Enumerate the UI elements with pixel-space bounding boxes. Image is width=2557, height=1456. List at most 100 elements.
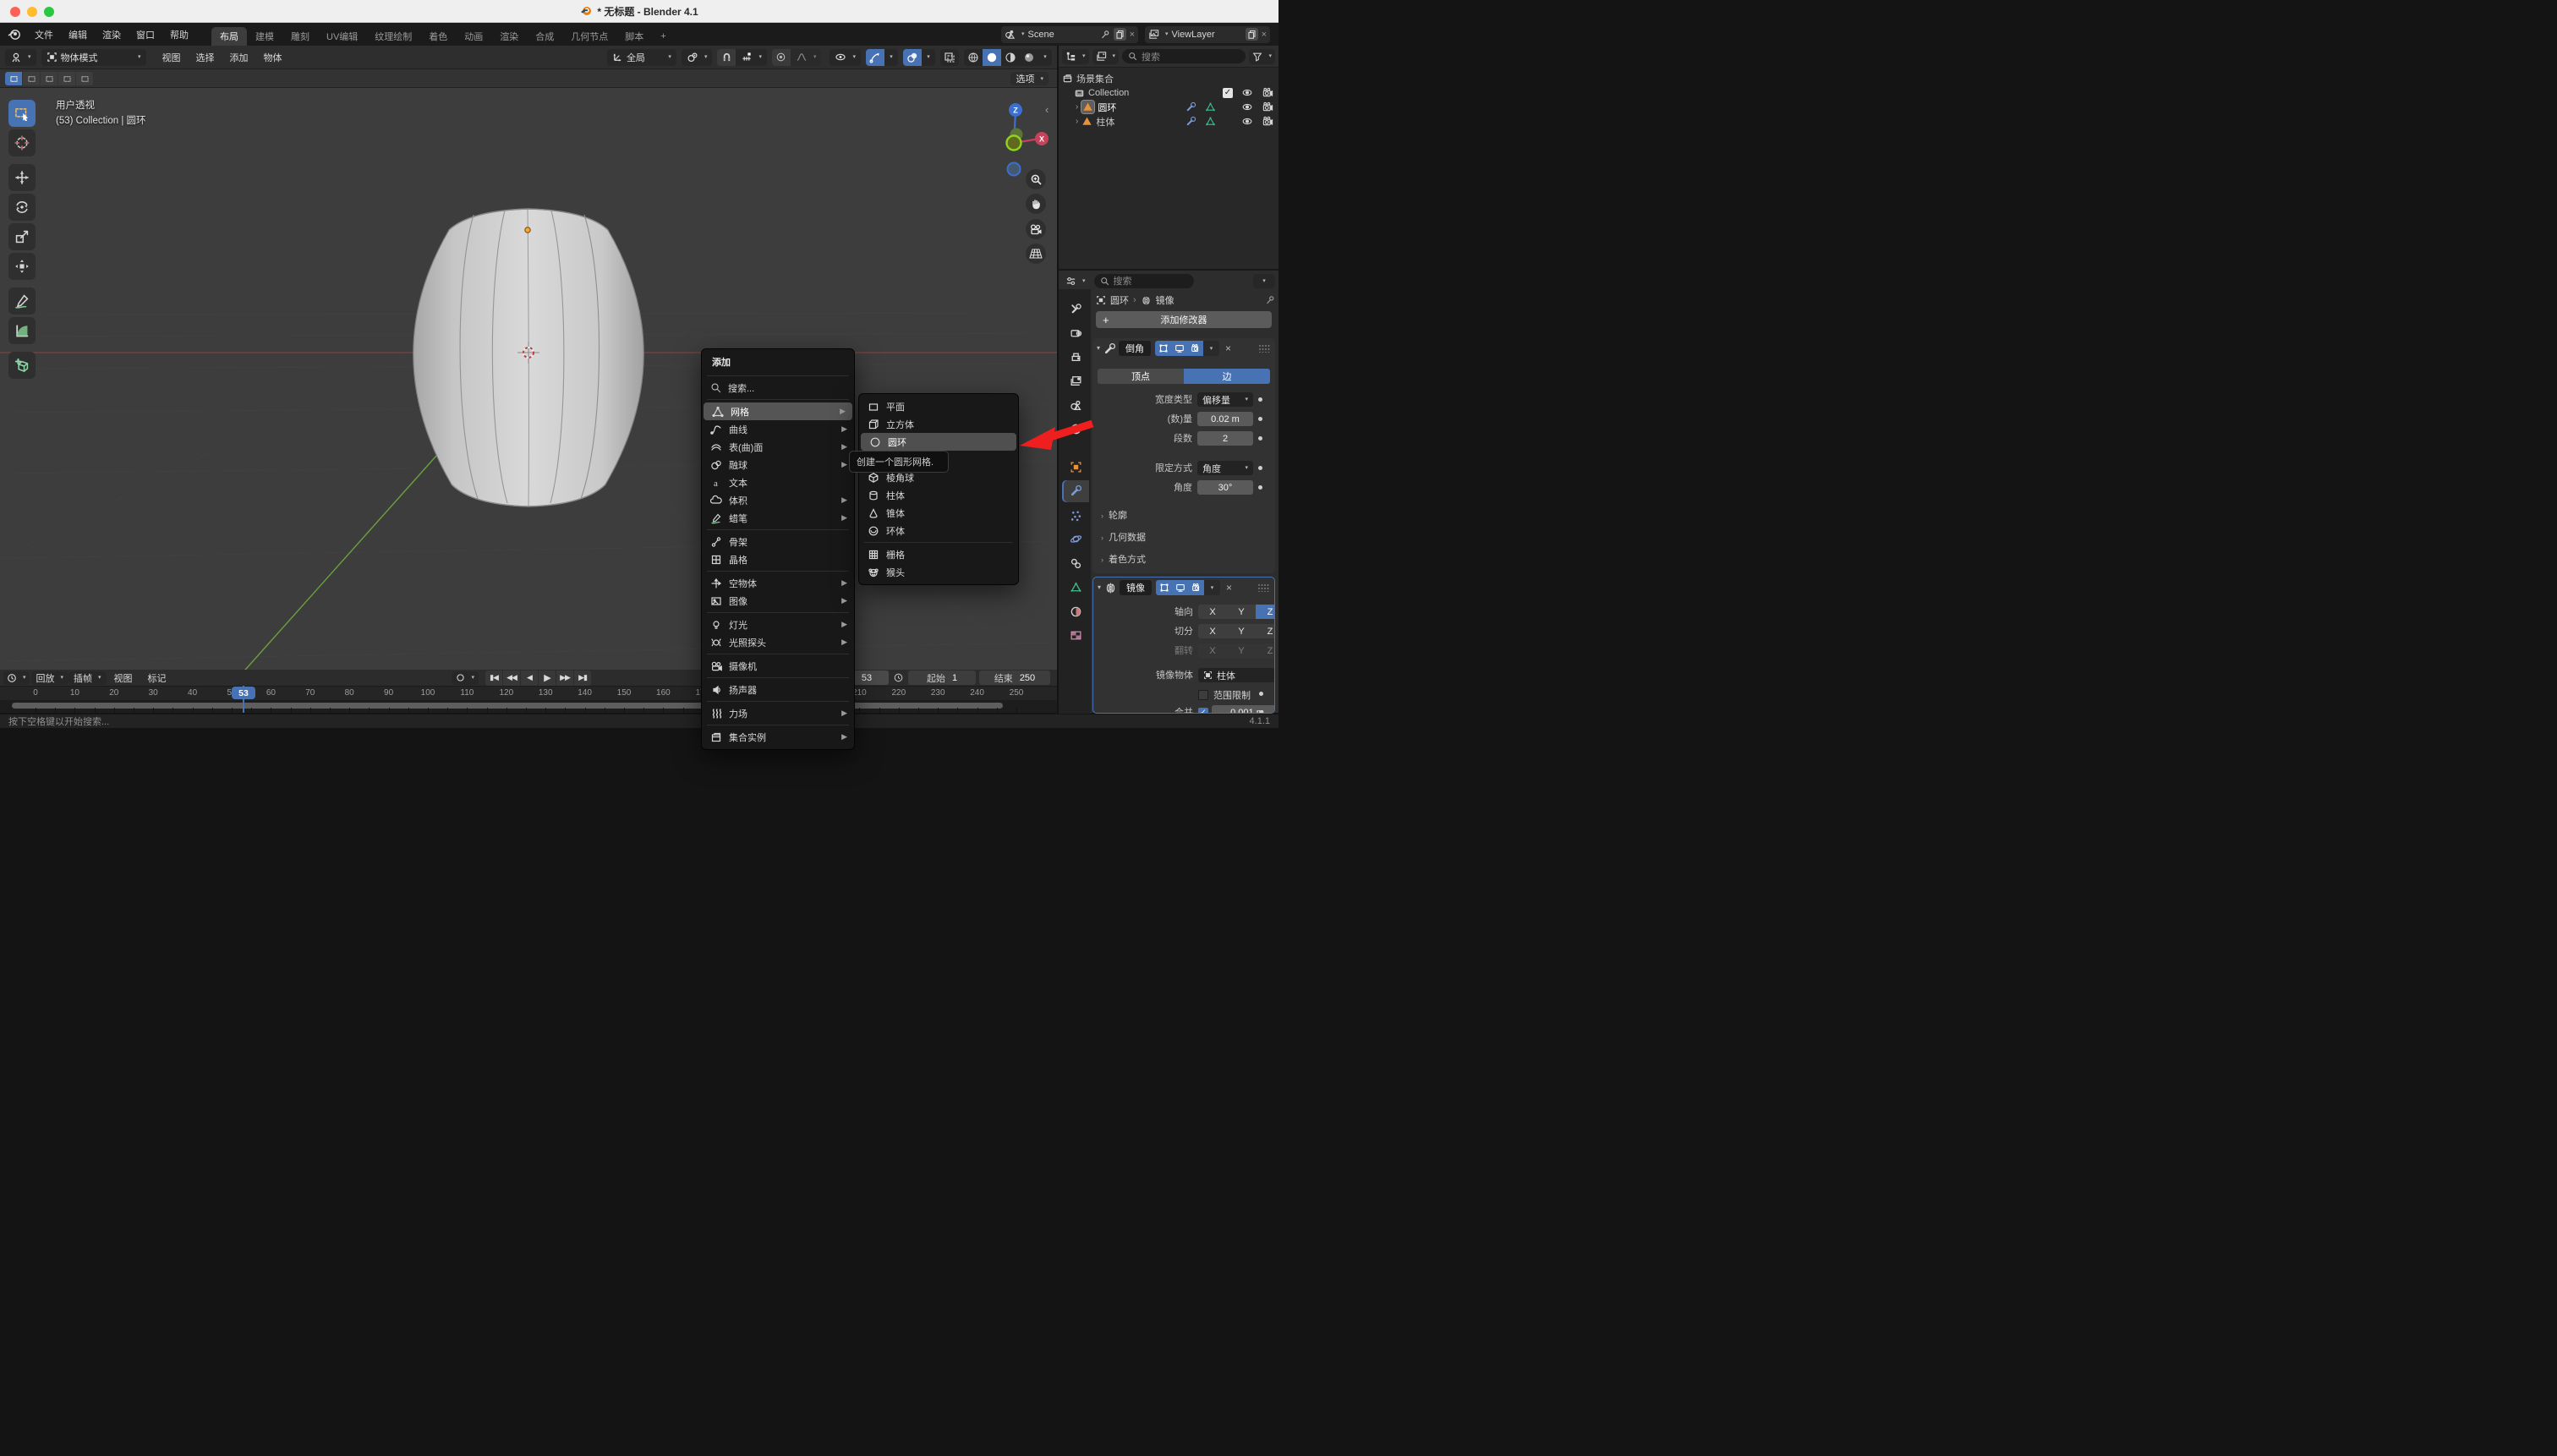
workspace-tab-纹理绘制[interactable]: 纹理绘制: [366, 27, 420, 46]
close-window-button[interactable]: [10, 7, 20, 17]
drag-grip-icon[interactable]: [1257, 583, 1269, 592]
show-gizmo-toggle[interactable]: [866, 49, 884, 66]
modifier-name-field[interactable]: 镜像: [1120, 580, 1152, 595]
timeline-menu-插帧[interactable]: 插帧▾: [68, 671, 107, 685]
viewport-menu-物体[interactable]: 物体: [256, 51, 290, 64]
realtime-display-toggle[interactable]: [1172, 580, 1188, 595]
tool-move-button[interactable]: [8, 164, 36, 191]
edit-mode-toggle[interactable]: [1155, 341, 1171, 356]
pin-icon[interactable]: [1100, 30, 1110, 40]
drag-grip-icon[interactable]: [1258, 344, 1270, 353]
jump-start-button[interactable]: ▮◀: [485, 671, 502, 686]
hide-eye-icon[interactable]: [1241, 116, 1253, 127]
bevel-角度-field[interactable]: 30°: [1197, 480, 1253, 495]
properties-options-dropdown[interactable]: ▾: [1253, 274, 1275, 288]
properties-tab-tool[interactable]: [1062, 298, 1089, 320]
expand-icon[interactable]: ›: [1076, 102, 1078, 112]
show-overlays-toggle[interactable]: [903, 49, 922, 66]
properties-tab-view-layer[interactable]: [1062, 370, 1089, 392]
timeline-editor-type-button[interactable]: ▾: [3, 671, 30, 685]
properties-tab-physics[interactable]: [1062, 528, 1089, 550]
add-menu-item-体积[interactable]: 体积▶: [702, 491, 854, 509]
outliner-search-input[interactable]: 搜索: [1122, 49, 1246, 63]
add-menu-item-图像[interactable]: 图像▶: [702, 592, 854, 610]
add-menu-item-集合实例[interactable]: 集合实例▶: [702, 728, 854, 746]
properties-search-input[interactable]: 搜索: [1094, 274, 1194, 288]
snap-target-dropdown[interactable]: ▾: [736, 49, 767, 66]
viewport-menu-选择[interactable]: 选择: [189, 51, 222, 64]
visibility-dropdown[interactable]: ▾: [830, 49, 861, 66]
timeline-menu-视图[interactable]: 视图: [107, 671, 140, 685]
bevel-affect-边[interactable]: 边: [1184, 369, 1270, 384]
add-menu-item-表(曲)面[interactable]: 表(曲)面▶: [702, 438, 854, 456]
bevel-宽度类型-field[interactable]: 偏移量▾: [1197, 392, 1253, 407]
viewport-menu-视图[interactable]: 视图: [155, 51, 189, 64]
tool-select-box-button[interactable]: [8, 100, 36, 127]
pivot-point-dropdown[interactable]: ▾: [682, 49, 713, 66]
animate-dot[interactable]: [1259, 692, 1263, 696]
add-menu-item-摄像机[interactable]: 摄像机: [702, 657, 854, 675]
gizmo-dropdown[interactable]: ▾: [884, 49, 898, 66]
add-menu-item-文本[interactable]: a文本: [702, 473, 854, 491]
gizmo-y-axis[interactable]: [1007, 136, 1021, 151]
clipping-checkbox[interactable]: [1198, 690, 1208, 700]
modifier-extras-dropdown[interactable]: ▾: [1204, 580, 1220, 595]
snap-toggle[interactable]: [717, 49, 736, 66]
add-modifier-button[interactable]: + 添加修改器: [1096, 311, 1272, 328]
mirror-切分-X[interactable]: X: [1198, 624, 1227, 638]
delete-modifier-button[interactable]: ×: [1225, 342, 1231, 354]
blender-logo-menu[interactable]: [7, 29, 22, 41]
mode-dropdown[interactable]: 物体模式 ▾: [41, 49, 146, 66]
frame-end-field[interactable]: 结束250: [979, 671, 1050, 685]
collapse-chevron[interactable]: ▾: [1097, 345, 1100, 352]
outliner-row-场景集合[interactable]: 场景集合: [1062, 71, 1275, 85]
sidebar-collapse-arrow[interactable]: ‹: [1045, 103, 1049, 116]
add-menu-search[interactable]: 搜索...: [702, 379, 854, 397]
section-几何数据[interactable]: ›几何数据: [1101, 530, 1146, 544]
remove-viewlayer-icon[interactable]: ×: [1262, 30, 1267, 40]
proportional-editing-toggle[interactable]: [772, 49, 791, 66]
workspace-tab-动画[interactable]: 动画: [456, 27, 491, 46]
tool-measure-button[interactable]: [8, 317, 36, 344]
pin-icon[interactable]: [1265, 295, 1275, 305]
workspace-tab-布局[interactable]: 布局: [211, 27, 247, 46]
mirror-翻转-Z[interactable]: Z: [1256, 643, 1275, 658]
tool-annotate-button[interactable]: [8, 287, 36, 315]
animate-dot[interactable]: [1258, 397, 1262, 402]
select-mode-box[interactable]: [23, 72, 40, 85]
add-menu-item-空物体[interactable]: 空物体▶: [702, 574, 854, 592]
add-menu-item-晶格[interactable]: 晶格: [702, 550, 854, 568]
select-mode-lasso[interactable]: [58, 72, 75, 85]
topbar-menu-窗口[interactable]: 窗口: [129, 23, 162, 46]
properties-tab-output[interactable]: [1062, 346, 1089, 368]
navigation-gizmo[interactable]: Z X: [994, 95, 1053, 179]
workspace-tab-雕刻[interactable]: 雕刻: [282, 27, 318, 46]
frame-start-field[interactable]: 起始1: [908, 671, 976, 685]
shading-dropdown[interactable]: ▾: [1038, 49, 1052, 66]
topbar-menu-编辑[interactable]: 编辑: [61, 23, 95, 46]
unlink-scene-icon[interactable]: ×: [1130, 30, 1135, 40]
minimize-window-button[interactable]: [27, 7, 37, 17]
delete-modifier-button[interactable]: ×: [1226, 582, 1232, 594]
mesh-submenu-item-平面[interactable]: 平面: [859, 397, 1018, 415]
gizmo-minus-z-axis[interactable]: [1008, 163, 1021, 176]
mirror-切分-Z[interactable]: Z: [1256, 624, 1275, 638]
transform-orientation-dropdown[interactable]: 全局 ▾: [607, 49, 676, 66]
camera-view-button[interactable]: [1026, 219, 1046, 239]
hide-eye-icon[interactable]: [1241, 87, 1253, 98]
tool-transform-button[interactable]: [8, 253, 36, 280]
workspace-tab-着色[interactable]: 着色: [420, 27, 456, 46]
merge-checkbox[interactable]: ✓: [1198, 708, 1208, 714]
outliner-row-圆环[interactable]: ›圆环: [1062, 100, 1275, 114]
mirror-翻转-X[interactable]: X: [1198, 643, 1227, 658]
tool-scale-button[interactable]: [8, 223, 36, 250]
add-menu-item-网格[interactable]: 网格▶: [704, 402, 852, 420]
use-preview-range-icon[interactable]: [893, 672, 904, 683]
add-menu-item-骨架[interactable]: 骨架: [702, 533, 854, 550]
properties-tab-object[interactable]: [1062, 456, 1089, 478]
timeline-menu-回放[interactable]: 回放▾: [31, 671, 69, 685]
viewlayer-selector[interactable]: ▾ ViewLayer ×: [1145, 26, 1270, 43]
mirror-切分-Y[interactable]: Y: [1227, 624, 1256, 638]
add-menu-item-曲线[interactable]: 曲线▶: [702, 420, 854, 438]
timeline-scroll-area[interactable]: [0, 700, 1057, 713]
